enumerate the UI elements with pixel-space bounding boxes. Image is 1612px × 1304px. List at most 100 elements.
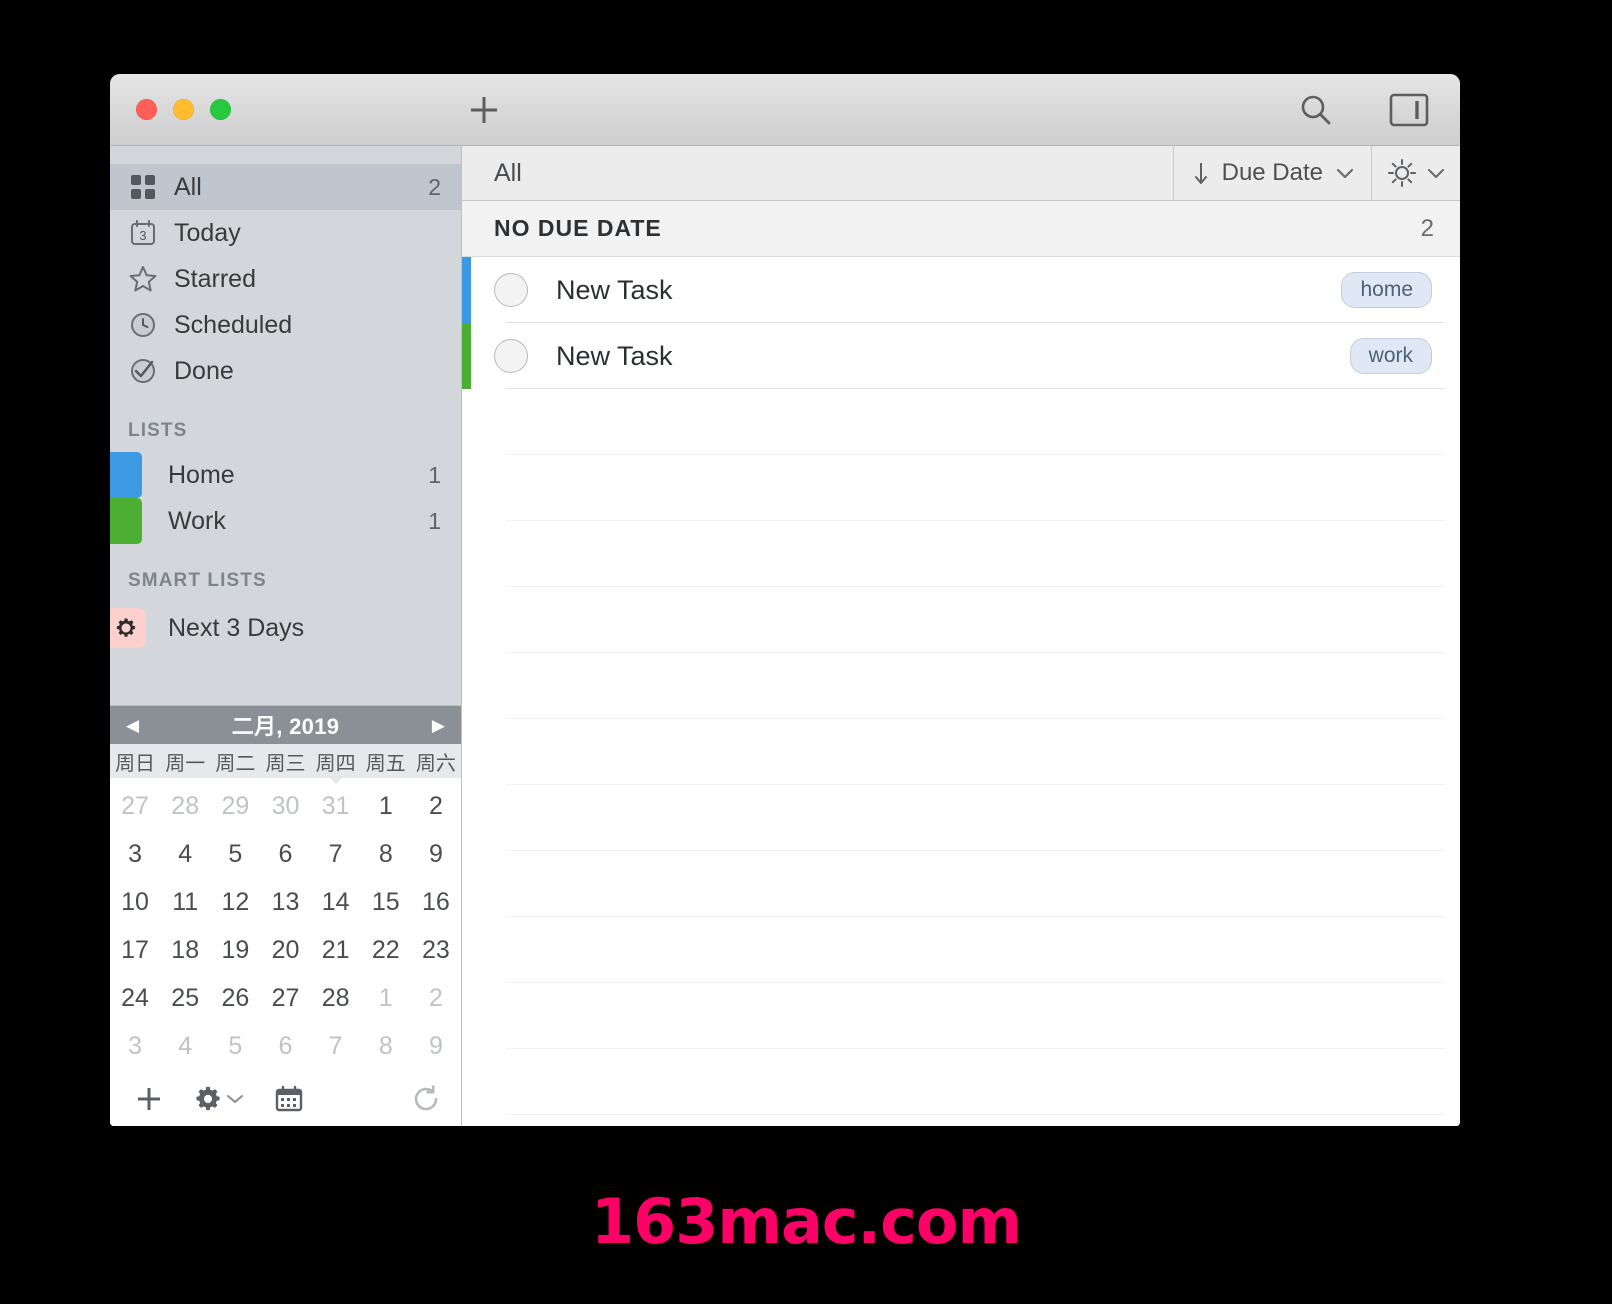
table-row[interactable]: New Task home [462,257,1460,323]
main-content: All Due Date NO DUE DATE 2 New Task home… [462,145,1460,1126]
calendar-view-button[interactable] [274,1085,304,1113]
empty-row [506,851,1444,917]
calendar-refresh-button[interactable] [411,1084,441,1114]
list-label: Home [168,460,235,489]
sidebar-item-label: Done [174,356,234,385]
sidebar-item-done[interactable]: Done [110,348,461,394]
main-toolbar: All Due Date [462,145,1460,201]
calendar-day-cell[interactable]: 1 [361,974,411,1022]
chevron-down-icon [227,1095,243,1103]
calendar-day-cell[interactable]: 5 [210,830,260,878]
calendar-day-cell[interactable]: 6 [260,830,310,878]
task-checkbox[interactable] [494,339,528,373]
calendar-day-cell[interactable]: 13 [260,878,310,926]
calendar-day-cell[interactable]: 4 [160,830,210,878]
weekday-label: 周一 [165,752,206,775]
calendar-day-cell[interactable]: 20 [260,926,310,974]
empty-row [506,389,1444,455]
calendar-day-cell[interactable]: 9 [411,830,461,878]
table-row[interactable]: New Task work [462,323,1460,389]
calendar-day-cell[interactable]: 8 [361,830,411,878]
group-header-no-due-date[interactable]: NO DUE DATE 2 [462,201,1460,257]
calendar-day-cell[interactable]: 25 [160,974,210,1022]
clock-icon [128,310,158,340]
search-button[interactable] [1294,88,1338,132]
add-task-button[interactable] [462,88,506,132]
calendar-day-cell[interactable]: 10 [110,878,160,926]
calendar-day-cell[interactable]: 27 [110,782,160,830]
sidebar-item-all[interactable]: All 2 [110,164,461,210]
sidebar: All 2 3 Today Starred Scheduled Done LIS… [110,146,462,1126]
calendar-day-cell[interactable]: 16 [411,878,461,926]
svg-text:3: 3 [139,228,146,243]
calendar-add-button[interactable] [134,1084,164,1114]
minimize-button[interactable] [173,99,194,120]
status-badge[interactable]: work [1349,338,1432,374]
calendar-day-cell[interactable]: 9 [411,1022,461,1070]
empty-row [506,521,1444,587]
row-divider [506,388,1444,389]
calendar-settings-button[interactable] [194,1085,244,1113]
calendar-day-cell[interactable]: 28 [311,974,361,1022]
list-label: Work [168,506,226,535]
sidebar-item-today[interactable]: 3 Today [110,210,461,256]
sort-control[interactable]: Due Date [1172,145,1371,201]
weekday-label-today: 周四 [311,747,361,776]
calendar-day-cell[interactable]: 5 [210,1022,260,1070]
calendar-day-cell[interactable]: 2 [411,782,461,830]
sort-label: Due Date [1221,159,1323,186]
calendar-day-cell[interactable]: 14 [311,878,361,926]
sidebar-item-starred[interactable]: Starred [110,256,461,302]
sidebar-toggle-button[interactable] [1386,88,1432,132]
calendar-day-cell[interactable]: 6 [260,1022,310,1070]
calendar-day-cell[interactable]: 18 [160,926,210,974]
calendar-day-cell[interactable]: 15 [361,878,411,926]
weekday-label: 周三 [265,752,306,775]
sidebar-list-work[interactable]: Work 1 [110,498,461,544]
sidebar-toggle-icon [1389,93,1429,126]
list-color-swatch [110,452,142,498]
status-badge[interactable]: home [1341,272,1432,308]
calendar-day-cell[interactable]: 21 [311,926,361,974]
calendar-day-cell[interactable]: 2 [411,974,461,1022]
calendar-day-cell[interactable]: 8 [361,1022,411,1070]
calendar-grid[interactable]: 27 28 29 30 31 1 2 3 4 5 6 7 8 9 10 11 12 13 14 15 16 17 18 19 2… [110,778,461,1072]
calendar-day-cell[interactable]: 23 [411,926,461,974]
calendar-day-cell[interactable]: 27 [260,974,310,1022]
calendar-day-cell[interactable]: 22 [361,926,411,974]
calendar-day-cell[interactable]: 31 [311,782,361,830]
sidebar-smart-list-next-3-days[interactable]: Next 3 Days [110,602,461,654]
brightness-icon [1388,159,1416,187]
calendar-day-cell[interactable]: 12 [210,878,260,926]
sidebar-item-scheduled[interactable]: Scheduled [110,302,461,348]
calendar-day-cell[interactable]: 24 [110,974,160,1022]
watermark: 163mac.com [590,1185,1022,1258]
task-checkbox[interactable] [494,273,528,307]
smart-list-label: Next 3 Days [168,613,305,642]
weekday-label: 周五 [365,752,406,775]
calendar-day-cell[interactable]: 4 [160,1022,210,1070]
calendar-header: ◀ 二月, 2019 ▶ [110,706,461,744]
calendar-day-cell[interactable]: 7 [311,1022,361,1070]
calendar-day-cell[interactable]: 1 [361,782,411,830]
calendar-day-cell[interactable]: 29 [210,782,260,830]
list-color-swatch [110,498,142,544]
calendar-day-cell[interactable]: 28 [160,782,210,830]
weekday-label: 周六 [415,752,456,775]
calendar-day-cell[interactable]: 11 [160,878,210,926]
calendar-day-cell[interactable]: 3 [110,830,160,878]
maximize-button[interactable] [210,99,231,120]
calendar-prev-button[interactable]: ◀ [126,717,139,734]
calendar-day-cell[interactable]: 7 [311,830,361,878]
view-options-control[interactable] [1371,145,1460,201]
sidebar-list-home[interactable]: Home 1 [110,452,461,498]
list-count: 1 [428,507,441,534]
calendar-day-cell[interactable]: 30 [260,782,310,830]
calendar-day-cell[interactable]: 17 [110,926,160,974]
close-button[interactable] [136,99,157,120]
calendar-day-cell[interactable]: 26 [210,974,260,1022]
calendar-toolbar [110,1072,461,1126]
calendar-day-cell[interactable]: 3 [110,1022,160,1070]
calendar-day-cell[interactable]: 19 [210,926,260,974]
calendar-next-button[interactable]: ▶ [432,717,445,734]
